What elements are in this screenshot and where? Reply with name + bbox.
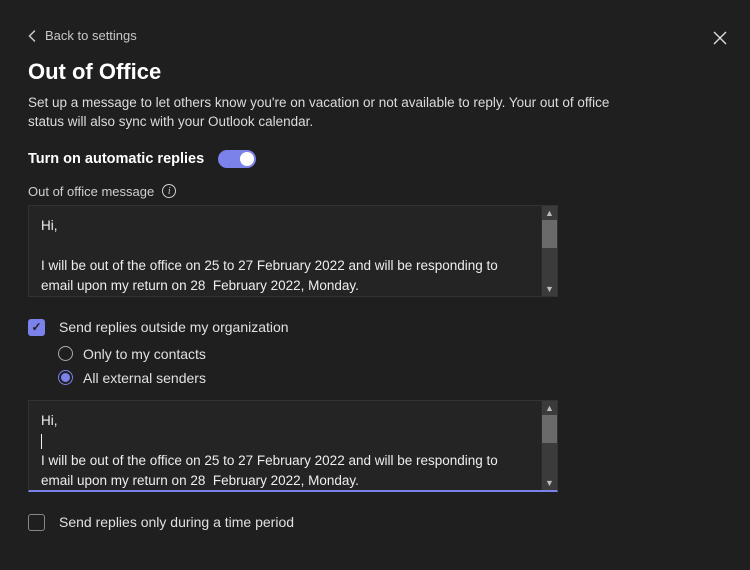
radio-all-external[interactable]: All external senders xyxy=(58,370,722,386)
scroll-down-arrow[interactable]: ▼ xyxy=(542,476,557,490)
ooo-message-text[interactable]: Hi, I will be out of the office on 25 to… xyxy=(29,206,541,296)
external-message-text[interactable]: Hi, I will be out of the office on 25 to… xyxy=(29,401,541,490)
page-title: Out of Office xyxy=(28,59,722,85)
ooo-message-label: Out of office message xyxy=(28,184,154,199)
external-audience-radio-group: Only to my contacts All external senders xyxy=(58,346,722,386)
info-icon[interactable]: i xyxy=(162,184,176,198)
close-button[interactable] xyxy=(710,28,730,48)
text-caret xyxy=(41,434,42,449)
close-icon xyxy=(713,31,727,45)
ooo-message-box[interactable]: Hi, I will be out of the office on 25 to… xyxy=(28,205,558,297)
external-replies-checkbox[interactable] xyxy=(28,319,45,336)
time-period-label: Send replies only during a time period xyxy=(59,514,294,530)
external-replies-label: Send replies outside my organization xyxy=(59,319,289,335)
radio-all-external-label: All external senders xyxy=(83,370,206,386)
auto-replies-toggle[interactable] xyxy=(218,150,256,168)
radio-only-contacts-input[interactable] xyxy=(58,346,73,361)
back-link-label: Back to settings xyxy=(45,28,137,43)
time-period-row: Send replies only during a time period xyxy=(28,514,722,531)
scroll-thumb[interactable] xyxy=(542,415,557,443)
radio-only-contacts-label: Only to my contacts xyxy=(83,346,206,362)
out-of-office-panel: Back to settings Out of Office Set up a … xyxy=(0,0,750,570)
auto-replies-label: Turn on automatic replies xyxy=(28,151,204,167)
time-period-checkbox[interactable] xyxy=(28,514,45,531)
auto-replies-row: Turn on automatic replies xyxy=(28,150,722,168)
scroll-up-arrow[interactable]: ▲ xyxy=(542,206,557,220)
scroll-up-arrow[interactable]: ▲ xyxy=(542,401,557,415)
chevron-left-icon xyxy=(28,30,37,42)
external-message-box[interactable]: Hi, I will be out of the office on 25 to… xyxy=(28,400,558,492)
ooo-message-label-row: Out of office message i xyxy=(28,184,722,199)
ooo-message-scrollbar[interactable]: ▲ ▼ xyxy=(541,206,557,296)
page-description: Set up a message to let others know you'… xyxy=(28,93,648,132)
radio-all-external-input[interactable] xyxy=(58,370,73,385)
radio-only-contacts[interactable]: Only to my contacts xyxy=(58,346,722,362)
external-replies-row: Send replies outside my organization xyxy=(28,319,722,336)
scroll-thumb[interactable] xyxy=(542,220,557,248)
external-message-scrollbar[interactable]: ▲ ▼ xyxy=(541,401,557,490)
back-to-settings-link[interactable]: Back to settings xyxy=(28,28,137,43)
scroll-down-arrow[interactable]: ▼ xyxy=(542,282,557,296)
